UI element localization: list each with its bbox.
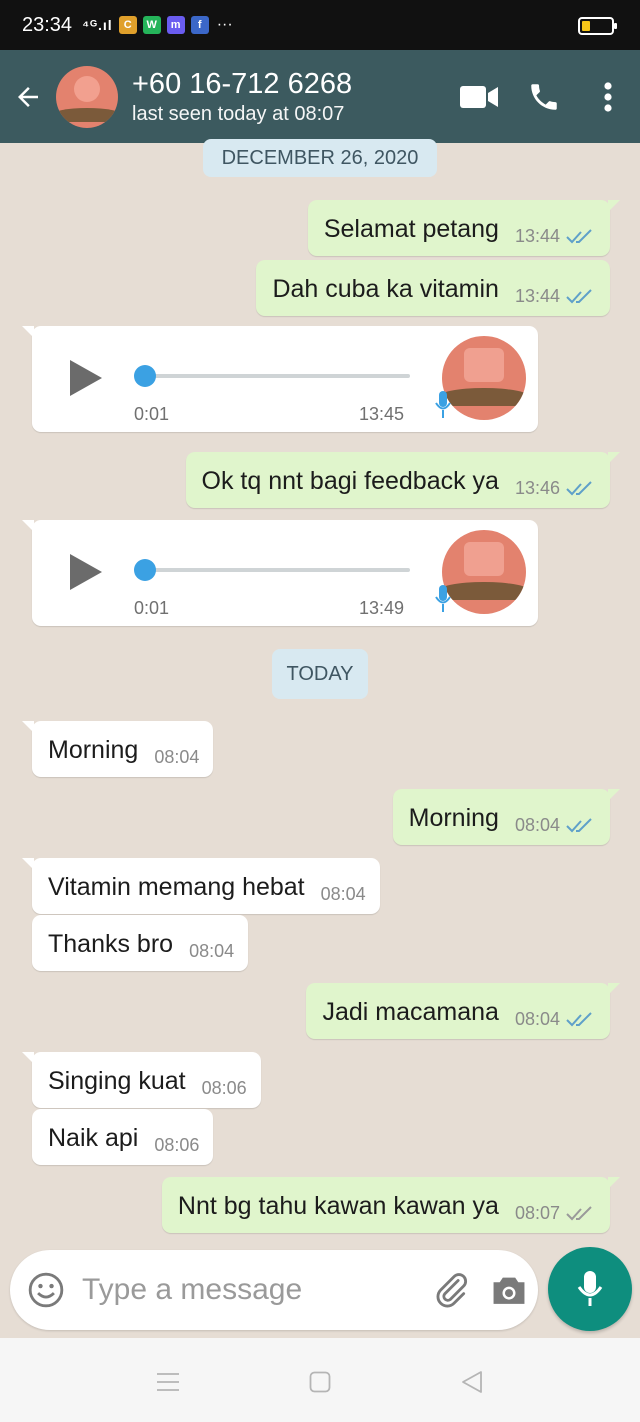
date-divider-label: TODAY (286, 662, 354, 685)
message-time: 08:04 (514, 1009, 560, 1029)
double-check-icon (566, 480, 592, 495)
status-time: 23:34 (22, 13, 73, 36)
message-text: Morning (48, 736, 139, 764)
message-time: 13:44 (514, 286, 560, 306)
voice-duration: 0:01 (134, 598, 170, 618)
menu-lines-icon (157, 1373, 179, 1391)
triangle-back-icon (462, 1371, 482, 1393)
microphone-icon (435, 391, 451, 418)
chat-area[interactable]: DECEMBER 26, 2020 Selamat petang 13:44 D… (0, 139, 640, 1245)
video-call-button[interactable] (448, 50, 512, 143)
message-text: Jadi macamana (322, 998, 499, 1026)
messenger-icon: m (166, 16, 185, 34)
message-time: 13:46 (514, 478, 560, 498)
microphone-icon (577, 1271, 603, 1306)
recent-apps-button[interactable] (148, 1366, 188, 1398)
outgoing-message[interactable]: Nnt bg tahu kawan kawan ya 08:07 (161, 1177, 621, 1233)
more-notifications-icon: ··· (216, 16, 233, 33)
incoming-message[interactable]: Morning 08:04 (21, 721, 214, 777)
date-divider-label: DECEMBER 26, 2020 (221, 146, 419, 169)
chrome-icon: C (118, 16, 137, 34)
contact-avatar[interactable] (56, 65, 118, 128)
message-time: 08:04 (320, 884, 366, 904)
camera-icon (493, 1277, 525, 1304)
double-check-icon (566, 1011, 592, 1026)
back-nav-button[interactable] (452, 1366, 492, 1398)
message-composer (10, 1250, 538, 1330)
camera-button[interactable] (480, 1250, 538, 1330)
outgoing-message[interactable]: Jadi macamana 08:04 (306, 983, 620, 1039)
microphone-icon (435, 585, 451, 612)
play-button[interactable] (68, 358, 104, 398)
contact-name: +60 16-712 6268 (132, 67, 353, 100)
battery-icon (578, 17, 617, 35)
arrow-left-icon (18, 86, 38, 107)
chat-header: +60 16-712 6268 last seen today at 08:07 (0, 50, 640, 143)
message-time: 08:06 (154, 1135, 200, 1155)
last-seen-status: last seen today at 08:07 (132, 102, 345, 125)
date-divider: DECEMBER 26, 2020 (203, 139, 437, 177)
message-text: Nnt bg tahu kawan kawan ya (177, 1192, 499, 1220)
incoming-message[interactable]: Vitamin memang hebat 08:04 (22, 858, 380, 914)
sender-avatar (442, 336, 526, 420)
status-bar: 23:34 ⁴ᴳ.ıl C W m f ··· (0, 0, 640, 50)
voice-call-button[interactable] (512, 50, 576, 143)
voice-message[interactable]: 0:01 13:49 (22, 520, 538, 626)
emoji-icon (28, 1272, 64, 1308)
message-text: Singing kuat (48, 1067, 186, 1095)
double-check-icon (566, 1205, 592, 1220)
square-icon (309, 1371, 331, 1393)
system-navigation-bar (0, 1338, 640, 1422)
double-check-icon (566, 228, 592, 243)
outgoing-message[interactable]: Selamat petang 13:44 (307, 200, 621, 256)
message-time: 08:04 (514, 815, 560, 835)
voice-record-button[interactable] (548, 1247, 632, 1331)
audio-seek-handle[interactable] (134, 559, 156, 581)
message-text: Morning (408, 804, 499, 832)
contact-info[interactable]: +60 16-712 6268 last seen today at 08:07 (132, 67, 448, 127)
message-text: Selamat petang (323, 215, 499, 243)
audio-seek-handle[interactable] (134, 365, 156, 387)
message-time: 08:06 (201, 1078, 247, 1098)
incoming-message[interactable]: Thanks bro 08:04 (32, 915, 249, 971)
emoji-button[interactable] (10, 1250, 82, 1330)
double-check-icon (566, 288, 592, 303)
incoming-message[interactable]: Naik api 08:06 (32, 1109, 214, 1165)
message-text: Thanks bro (48, 930, 174, 958)
whatsapp-icon: W (142, 16, 161, 34)
message-text: Naik api (48, 1124, 139, 1152)
audio-progress-track[interactable] (144, 568, 410, 572)
message-time: 13:45 (359, 404, 405, 424)
outgoing-message[interactable]: Dah cuba ka vitamin 13:44 (256, 260, 610, 316)
play-button[interactable] (68, 552, 104, 592)
attach-button[interactable] (422, 1250, 480, 1330)
date-divider: TODAY (272, 649, 368, 699)
message-text: Vitamin memang hebat (48, 873, 305, 901)
incoming-message[interactable]: Singing kuat 08:06 (22, 1052, 261, 1108)
message-time: 08:07 (514, 1203, 560, 1223)
signal-indicator: ⁴ᴳ.ıl (82, 17, 113, 33)
phone-icon (531, 83, 557, 110)
message-time: 08:04 (189, 941, 235, 961)
sender-avatar (442, 530, 526, 614)
facebook-icon: f (190, 16, 209, 34)
menu-button[interactable] (576, 50, 640, 143)
message-time: 13:49 (359, 598, 405, 618)
audio-progress-track[interactable] (144, 374, 410, 378)
voice-duration: 0:01 (134, 404, 170, 424)
message-time: 13:44 (514, 226, 560, 246)
message-time: 08:04 (154, 747, 200, 767)
more-vertical-icon (604, 81, 612, 112)
double-check-icon (566, 817, 592, 832)
voice-message[interactable]: 0:01 13:45 (22, 326, 538, 432)
message-text: Dah cuba ka vitamin (272, 275, 499, 303)
outgoing-message[interactable]: Morning 08:04 (392, 789, 621, 845)
home-button[interactable] (300, 1366, 340, 1398)
video-camera-icon (460, 85, 498, 108)
paperclip-icon (436, 1273, 467, 1308)
outgoing-message[interactable]: Ok tq nnt bagi feedback ya 13:46 (185, 452, 621, 508)
back-button[interactable] (0, 50, 56, 143)
message-input[interactable] (82, 1273, 422, 1307)
message-text: Ok tq nnt bagi feedback ya (201, 467, 499, 495)
